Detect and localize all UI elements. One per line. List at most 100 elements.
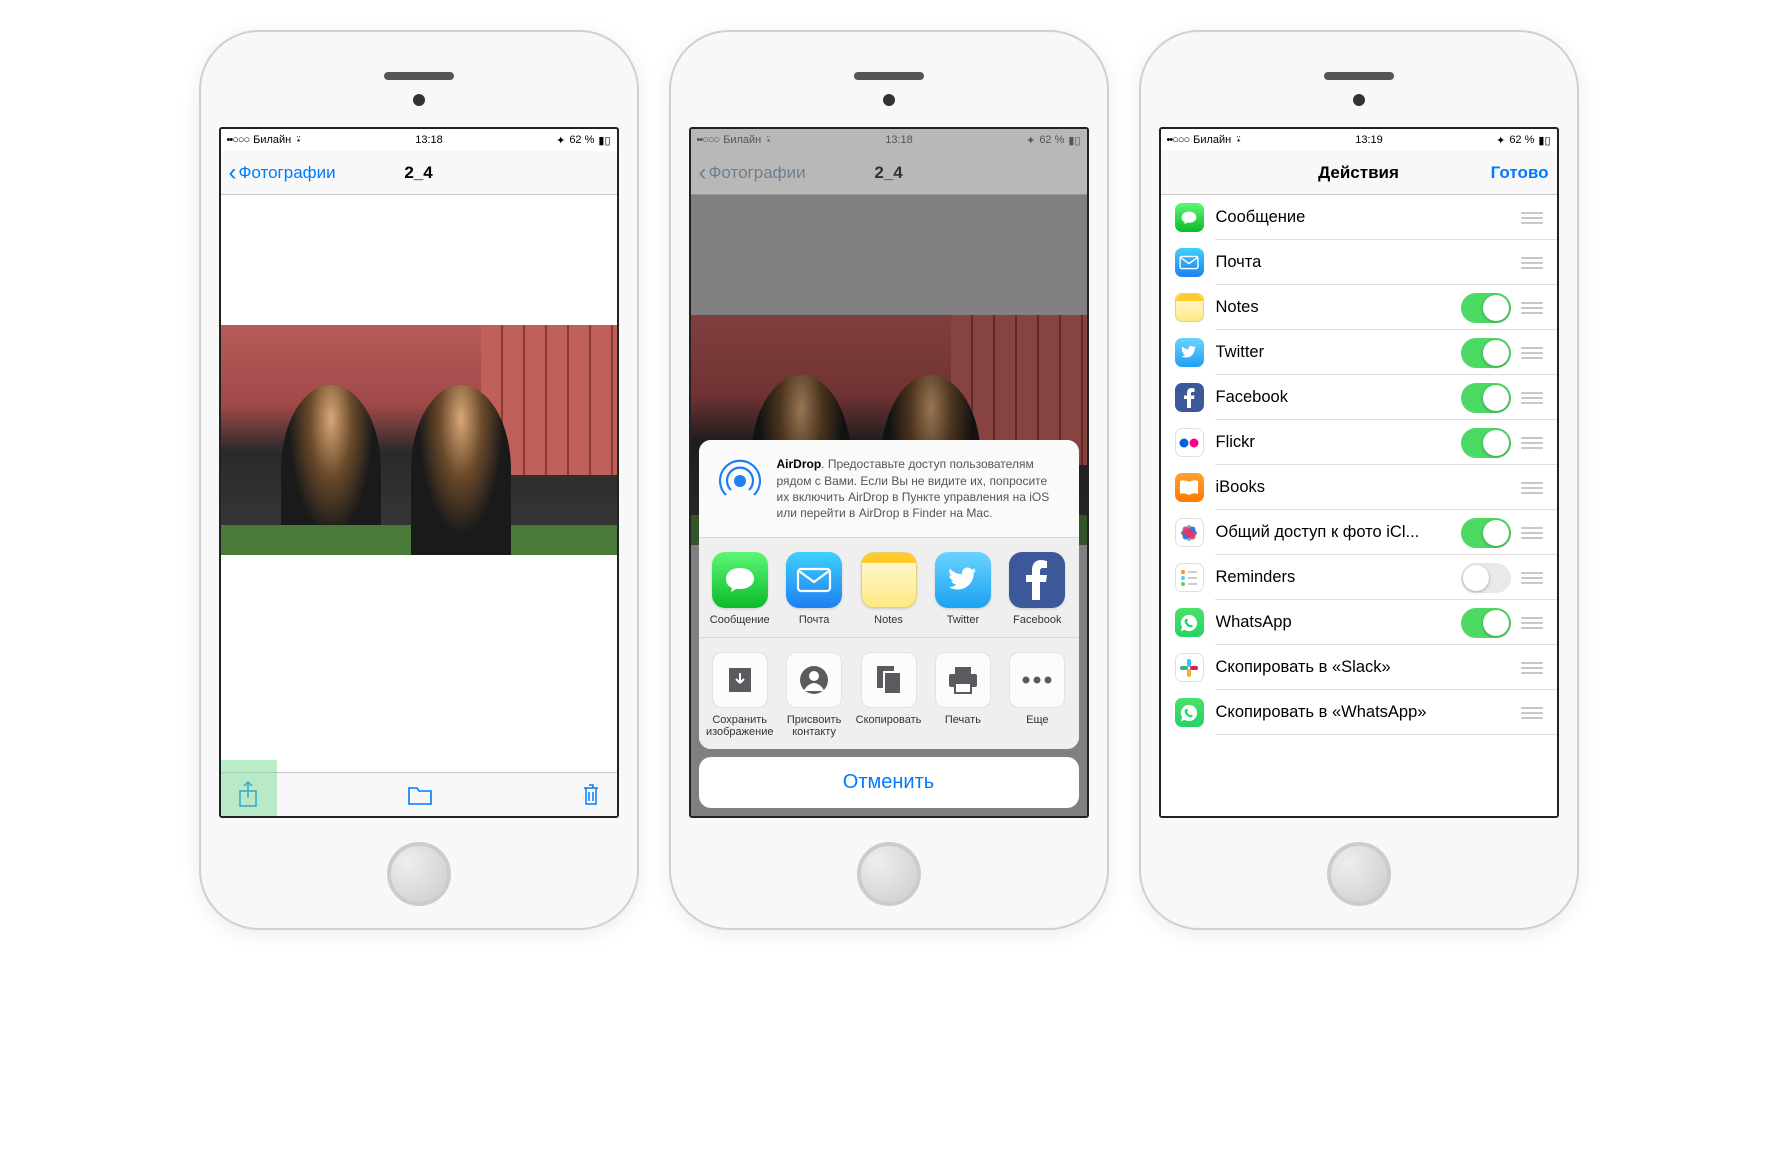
signal-dots-icon: ••○○○ xyxy=(227,134,250,146)
toolbar xyxy=(221,772,617,816)
app-icon xyxy=(1175,383,1204,412)
copy-icon xyxy=(861,652,917,708)
app-icon xyxy=(1175,653,1204,682)
battery-icon: ▮▯ xyxy=(598,134,610,147)
home-button[interactable] xyxy=(857,842,921,906)
reorder-grip-icon[interactable] xyxy=(1521,302,1543,314)
facebook-icon xyxy=(1009,552,1065,608)
photo-viewer[interactable] xyxy=(221,195,617,772)
twitter-icon xyxy=(935,552,991,608)
reorder-grip-icon[interactable] xyxy=(1521,617,1543,629)
list-item[interactable]: iBooks xyxy=(1161,465,1557,510)
reorder-grip-icon[interactable] xyxy=(1521,707,1543,719)
status-bar: ••○○○ Билайн ⍣ 13:18 ✦ 62 % ▮▯ xyxy=(691,129,1087,151)
app-icon xyxy=(1175,608,1204,637)
reorder-grip-icon[interactable] xyxy=(1521,392,1543,404)
print-icon xyxy=(935,652,991,708)
status-bar: ••○○○ Билайн ⍣ 13:18 ✦ 62 % ▮▯ xyxy=(221,129,617,151)
mail-icon xyxy=(786,552,842,608)
folder-button[interactable] xyxy=(407,784,433,806)
action-print[interactable]: Печать xyxy=(928,652,998,739)
app-icon xyxy=(1175,248,1204,277)
toggle-switch[interactable] xyxy=(1461,518,1511,548)
app-icon xyxy=(1175,293,1204,322)
actions-list: Сообщение Почта Notes Twitter Facebook xyxy=(1161,195,1557,816)
app-icon xyxy=(1175,698,1204,727)
toggle-switch[interactable] xyxy=(1461,608,1511,638)
toggle-switch[interactable] xyxy=(1461,338,1511,368)
toggle-switch[interactable] xyxy=(1461,428,1511,458)
phone-3: ••○○○ Билайн ⍣ 13:19 ✦ 62 % ▮▯ Действия … xyxy=(1139,30,1579,930)
action-assign-contact[interactable]: Присвоить контакту xyxy=(779,652,849,739)
phone-1: ••○○○ Билайн ⍣ 13:18 ✦ 62 % ▮▯ ‹Фотограф… xyxy=(199,30,639,930)
messages-icon xyxy=(712,552,768,608)
notes-icon xyxy=(861,552,917,608)
reorder-grip-icon[interactable] xyxy=(1521,572,1543,584)
reorder-grip-icon[interactable] xyxy=(1521,347,1543,359)
list-item[interactable]: Скопировать в «WhatsApp» xyxy=(1161,690,1557,735)
reorder-grip-icon[interactable] xyxy=(1521,437,1543,449)
nav-bar: ‹Фотографии 2_4 xyxy=(691,151,1087,195)
app-icon xyxy=(1175,428,1204,457)
list-item-label: Reminders xyxy=(1216,568,1461,587)
share-app-messages[interactable]: Сообщение xyxy=(705,552,775,627)
save-image-icon xyxy=(712,652,768,708)
app-icon xyxy=(1175,338,1204,367)
back-button: ‹Фотографии xyxy=(699,161,806,185)
app-icon xyxy=(1175,518,1204,547)
home-button[interactable] xyxy=(387,842,451,906)
reorder-grip-icon[interactable] xyxy=(1521,482,1543,494)
list-item[interactable]: Общий доступ к фото iCl... xyxy=(1161,510,1557,555)
list-item[interactable]: Reminders xyxy=(1161,555,1557,600)
wifi-icon: ⍣ xyxy=(295,134,302,147)
list-item-label: Почта xyxy=(1216,253,1521,272)
toggle-switch[interactable] xyxy=(1461,293,1511,323)
list-item[interactable]: Скопировать в «Slack» xyxy=(1161,645,1557,690)
airdrop-row[interactable]: AirDrop. Предоставьте доступ пользовател… xyxy=(699,440,1079,538)
list-item[interactable]: WhatsApp xyxy=(1161,600,1557,645)
list-item-label: WhatsApp xyxy=(1216,613,1461,632)
share-app-mail[interactable]: Почта xyxy=(779,552,849,627)
list-item[interactable]: Сообщение xyxy=(1161,195,1557,240)
share-app-facebook[interactable]: Facebook xyxy=(1002,552,1072,627)
airdrop-description: AirDrop. Предоставьте доступ пользовател… xyxy=(777,456,1063,521)
action-copy[interactable]: Скопировать xyxy=(853,652,923,739)
status-bar: ••○○○ Билайн ⍣ 13:19 ✦ 62 % ▮▯ xyxy=(1161,129,1557,151)
nav-bar: ‹Фотографии 2_4 xyxy=(221,151,617,195)
back-button[interactable]: ‹Фотографии xyxy=(229,161,336,185)
airdrop-icon xyxy=(715,456,765,506)
toggle-switch[interactable] xyxy=(1461,563,1511,593)
reorder-grip-icon[interactable] xyxy=(1521,527,1543,539)
bluetooth-icon: ✦ xyxy=(556,134,565,147)
list-item[interactable]: Twitter xyxy=(1161,330,1557,375)
cancel-button[interactable]: Отменить xyxy=(699,757,1079,808)
photo-content xyxy=(221,325,617,555)
list-item-label: iBooks xyxy=(1216,478,1521,497)
action-more[interactable]: Еще xyxy=(1002,652,1072,739)
share-highlight xyxy=(221,760,277,816)
reorder-grip-icon[interactable] xyxy=(1521,257,1543,269)
chevron-left-icon: ‹ xyxy=(229,161,237,185)
action-save-image[interactable]: Сохранить изображение xyxy=(705,652,775,739)
share-app-notes[interactable]: Notes xyxy=(853,552,923,627)
share-apps-row: Сообщение Почта Notes xyxy=(699,538,1079,637)
done-button[interactable]: Готово xyxy=(1491,163,1549,183)
list-item-label: Twitter xyxy=(1216,343,1461,362)
share-actions-row: Сохранить изображение Присвоить контакту… xyxy=(699,637,1079,749)
list-item[interactable]: Flickr xyxy=(1161,420,1557,465)
clock: 13:18 xyxy=(415,134,443,146)
list-item-label: Facebook xyxy=(1216,388,1461,407)
app-icon xyxy=(1175,203,1204,232)
reorder-grip-icon[interactable] xyxy=(1521,662,1543,674)
toggle-switch[interactable] xyxy=(1461,383,1511,413)
reorder-grip-icon[interactable] xyxy=(1521,212,1543,224)
share-app-twitter[interactable]: Twitter xyxy=(928,552,998,627)
share-sheet: AirDrop. Предоставьте доступ пользовател… xyxy=(699,440,1079,808)
trash-button[interactable] xyxy=(581,783,601,807)
list-item[interactable]: Notes xyxy=(1161,285,1557,330)
list-item-label: Скопировать в «WhatsApp» xyxy=(1216,703,1521,722)
home-button[interactable] xyxy=(1327,842,1391,906)
list-item-label: Общий доступ к фото iCl... xyxy=(1216,523,1461,542)
list-item[interactable]: Facebook xyxy=(1161,375,1557,420)
list-item[interactable]: Почта xyxy=(1161,240,1557,285)
